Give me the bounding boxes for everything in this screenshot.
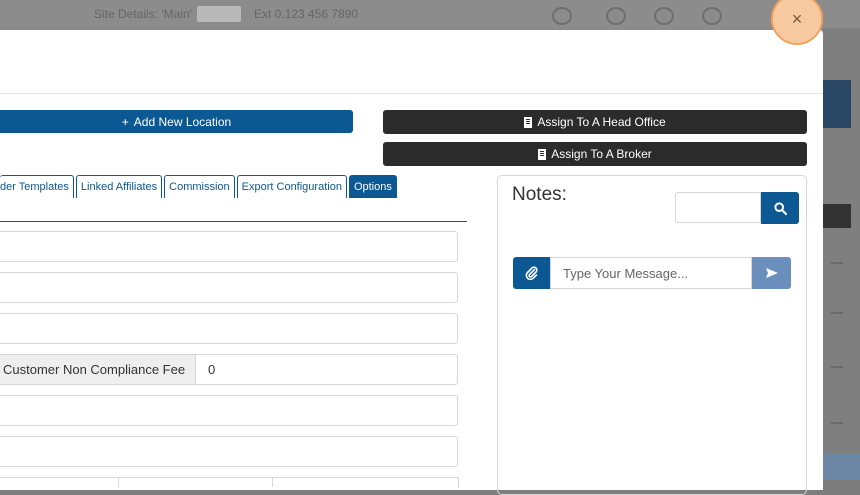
background-line [831,422,843,424]
background-dark-block [823,204,851,228]
notes-title: Notes: [512,184,567,205]
background-right-column [823,28,860,480]
close-icon: × [791,8,803,29]
background-bell-icon [702,7,722,25]
send-message-button[interactable] [752,257,791,289]
paperclip-icon [525,266,538,280]
add-new-location-button[interactable]: + Add New Location [0,110,353,133]
notes-search-input[interactable] [675,192,761,223]
background-line [831,262,843,264]
customer-non-compliance-fee-input[interactable]: 0 [208,355,215,384]
background-title: Site Details: 'Main' [94,7,192,21]
option-field-7[interactable] [0,477,459,488]
option-field-5[interactable] [0,395,458,426]
background-box [197,6,241,22]
assign-head-office-label: Assign To A Head Office [537,115,666,129]
tab-linked-affiliates[interactable]: Linked Affiliates [75,175,163,198]
background-line [831,366,843,368]
option-field-1[interactable] [0,231,458,262]
tab-export-configuration[interactable]: Export Configuration [236,175,347,198]
search-icon [773,201,787,215]
option-field-2[interactable] [0,272,458,303]
add-new-location-label: Add New Location [133,114,232,129]
background-globe-icon [606,7,626,25]
attach-file-button[interactable] [513,257,550,289]
tab-order-templates[interactable]: der Templates [0,175,74,198]
field-divider [118,477,119,487]
tab-label: Commission [169,181,230,193]
background-home-icon [552,7,572,25]
background-user-icon [654,7,674,25]
background-blue-block-bottom [823,454,860,480]
tab-options[interactable]: Options [348,175,397,198]
option-field-6[interactable] [0,436,458,467]
modal-header [0,30,823,94]
tab-label: der Templates [0,181,69,193]
assign-broker-button[interactable]: Assign To A Broker [383,142,807,166]
option-field-3[interactable] [0,313,458,344]
site-details-modal: + Add New Location Assign To A Head Offi… [0,30,823,495]
message-input[interactable] [550,257,752,289]
field-divider [272,477,273,487]
assign-head-office-button[interactable]: Assign To A Head Office [383,110,807,134]
modal-tabs: der Templates Linked Affiliates Commissi… [0,175,399,199]
send-icon [765,268,778,278]
notes-search-button[interactable] [761,192,799,224]
assign-broker-label: Assign To A Broker [551,147,652,161]
customer-non-compliance-fee-group: Customer Non Compliance Fee 0 [0,354,458,385]
tab-label: Export Configuration [241,181,342,193]
building-icon [538,148,547,160]
background-phone: Ext 0.123 456 7890 [254,7,359,21]
building-icon [524,116,533,128]
background-line [831,312,843,314]
background-blue-block [823,80,851,128]
background-topbar: Site Details: 'Main' Ext 0.123 456 7890 [0,0,860,28]
plus-icon: + [121,114,129,129]
customer-non-compliance-fee-label: Customer Non Compliance Fee [0,355,196,384]
tab-label: Linked Affiliates [80,181,158,193]
tab-commission[interactable]: Commission [164,175,235,198]
tab-label: Options [353,181,392,193]
notes-panel: Notes: [497,175,807,495]
tab-underline [0,221,467,222]
